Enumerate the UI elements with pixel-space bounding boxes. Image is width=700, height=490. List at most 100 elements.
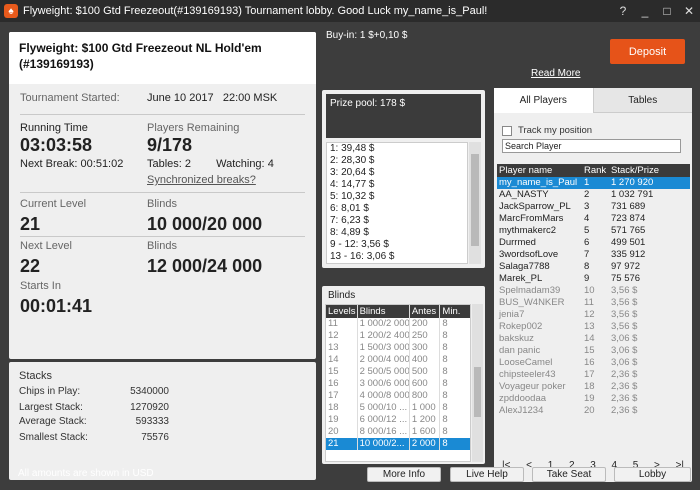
player-row[interactable]: AlexJ1234 20 2,36 $ xyxy=(497,405,690,417)
blind-row[interactable]: 21 10 000/2... 2 000 8 xyxy=(326,438,470,450)
player-name: JackSparrow_PL xyxy=(499,201,571,212)
stack-row: Chips in Play: 5340000 xyxy=(19,386,169,397)
prize-list[interactable]: 1: 39,48 $2: 28,30 $3: 20,64 $4: 14,77 $… xyxy=(326,142,468,264)
blinds-table[interactable]: Levels Blinds Antes Min. 11 1 000/2 000 20… xyxy=(325,304,471,462)
stack-value: 5340000 xyxy=(130,386,169,397)
tournament-name: Flyweight: $100 Gtd Freezeout NL Hold'em xyxy=(19,41,262,55)
player-row[interactable]: 3wordsofLove 7 335 912 xyxy=(497,249,690,261)
stacks-title: Stacks xyxy=(19,370,53,382)
player-stack: 2,36 $ xyxy=(611,369,638,380)
player-row[interactable]: zpddoodaa 19 2,36 $ xyxy=(497,393,690,405)
blind-ante: 1 200 xyxy=(410,414,441,426)
lobby-button[interactable]: Lobby xyxy=(614,467,691,482)
blind-row[interactable]: 16 3 000/6 000 600 8 xyxy=(326,378,470,390)
next-blinds-label: Blinds xyxy=(147,240,177,252)
player-name: Spelmadam39 xyxy=(499,285,561,296)
current-blinds-label: Blinds xyxy=(147,198,177,210)
prize-scrollbar[interactable] xyxy=(469,142,481,264)
col-stack-prize[interactable]: Stack/Prize xyxy=(609,164,674,177)
player-row[interactable]: chipsteeler43 17 2,36 $ xyxy=(497,369,690,381)
players-remaining-value: 9/178 xyxy=(147,135,193,155)
player-stack: 1 270 920 xyxy=(611,177,654,188)
help-icon[interactable]: ? xyxy=(612,4,634,18)
blind-row[interactable]: 20 8 000/16 ... 1 600 8 xyxy=(326,426,470,438)
stack-value: 1270920 xyxy=(130,402,169,413)
blind-rows: 11 1 000/2 000 200 8 12 1 200/2 400 250 8 13 1 50… xyxy=(326,318,470,450)
player-row[interactable]: bakskuz 14 3,06 $ xyxy=(497,333,690,345)
player-row[interactable]: Durrmed 6 499 501 xyxy=(497,237,690,249)
read-more-link[interactable]: Read More xyxy=(531,68,580,79)
live-help-button[interactable]: Live Help xyxy=(450,467,524,482)
col-levels[interactable]: Levels xyxy=(326,305,358,318)
blind-amount: 8 000/16 ... xyxy=(358,426,410,438)
blind-row[interactable]: 14 2 000/4 000 400 8 xyxy=(326,354,470,366)
blind-minutes: 8 xyxy=(442,318,448,329)
player-rank: 4 xyxy=(584,213,590,224)
blind-row[interactable]: 15 2 500/5 000 500 8 xyxy=(326,366,470,378)
current-blinds-value: 10 000/20 000 xyxy=(147,214,263,234)
blind-row[interactable]: 19 6 000/12 ... 1 200 8 xyxy=(326,414,470,426)
player-row[interactable]: Voyageur poker 18 2,36 $ xyxy=(497,381,690,393)
watching-value: 4 xyxy=(267,158,274,170)
synchronized-breaks-link[interactable]: Synchronized breaks? xyxy=(147,174,305,186)
player-row[interactable]: MarcFromMars 4 723 874 xyxy=(497,213,690,225)
col-player-name[interactable]: Player name xyxy=(497,164,582,177)
players-table[interactable]: Player name Rank Stack/Prize my_name_is_… xyxy=(497,164,690,446)
player-row[interactable]: BUS_W4NKER 11 3,56 $ xyxy=(497,297,690,309)
player-row[interactable]: Salaga7788 8 97 972 xyxy=(497,261,690,273)
blind-row[interactable]: 12 1 200/2 400 250 8 xyxy=(326,330,470,342)
blind-amount: 3 000/6 000 xyxy=(359,378,410,390)
player-name: Marek_PL xyxy=(499,273,543,284)
player-row[interactable]: my_name_is_Paul 1 1 270 920 xyxy=(497,177,690,189)
track-position[interactable]: Track my position xyxy=(502,125,592,136)
blinds-scrollbar[interactable] xyxy=(472,304,483,462)
player-row[interactable]: mythmakerc2 5 571 765 xyxy=(497,225,690,237)
player-row[interactable]: LooseCamel 16 3,06 $ xyxy=(497,357,690,369)
player-row[interactable]: Rokep002 13 3,56 $ xyxy=(497,321,690,333)
search-player-input[interactable] xyxy=(502,139,681,153)
close-button[interactable]: ✕ xyxy=(678,4,700,18)
player-stack: 2,36 $ xyxy=(611,393,638,404)
blind-row[interactable]: 11 1 000/2 000 200 8 xyxy=(326,318,470,330)
player-row[interactable]: Spelmadam39 10 3,56 $ xyxy=(497,285,690,297)
prize-row: 6: 8,01 $ xyxy=(330,203,369,214)
blind-row[interactable]: 17 4 000/8 000 800 8 xyxy=(326,390,470,402)
blind-ante: 300 xyxy=(410,342,441,354)
col-min[interactable]: Min. xyxy=(440,305,470,318)
tab-all-players[interactable]: All Players xyxy=(494,88,594,113)
player-row[interactable]: dan panic 15 3,06 $ xyxy=(497,345,690,357)
maximize-button[interactable]: □ xyxy=(656,4,678,18)
tables-label: Tables: xyxy=(147,158,182,170)
scroll-thumb[interactable] xyxy=(474,367,481,417)
track-position-checkbox[interactable] xyxy=(502,125,512,136)
player-name: dan panic xyxy=(499,345,541,356)
col-rank[interactable]: Rank xyxy=(582,164,609,177)
divider xyxy=(20,114,305,115)
deposit-button[interactable]: Deposit xyxy=(610,39,685,64)
take-seat-button[interactable]: Take Seat xyxy=(532,467,606,482)
col-blinds[interactable]: Blinds xyxy=(358,305,410,318)
prize-row: 9 - 12: 3,56 $ xyxy=(330,239,389,250)
player-name: jenia7 xyxy=(499,309,525,320)
more-info-button[interactable]: More Info xyxy=(367,467,441,482)
player-rank: 1 xyxy=(584,177,590,188)
divider xyxy=(20,236,305,237)
blind-row[interactable]: 13 1 500/3 000 300 8 xyxy=(326,342,470,354)
player-stack: 1 032 791 xyxy=(611,189,654,200)
scroll-thumb[interactable] xyxy=(471,154,479,246)
player-row[interactable]: AA_NASTY 2 1 032 791 xyxy=(497,189,690,201)
minimize-button[interactable]: _ xyxy=(634,4,656,18)
blind-level: 14 xyxy=(326,354,358,366)
prize-row: 5: 10,32 $ xyxy=(330,191,375,202)
player-row[interactable]: Marek_PL 9 75 576 xyxy=(497,273,690,285)
player-row[interactable]: jenia7 12 3,56 $ xyxy=(497,309,690,321)
tab-tables[interactable]: Tables xyxy=(593,88,692,113)
player-rank: 19 xyxy=(584,393,595,404)
prize-row: 3: 20,64 $ xyxy=(330,167,375,178)
player-row[interactable]: JackSparrow_PL 3 731 689 xyxy=(497,201,690,213)
col-antes[interactable]: Antes xyxy=(410,305,441,318)
blind-minutes: 8 xyxy=(442,402,448,413)
blind-row[interactable]: 18 5 000/10 ... 1 000 8 xyxy=(326,402,470,414)
player-stack: 723 874 xyxy=(611,213,646,224)
player-name: Durrmed xyxy=(499,237,536,248)
